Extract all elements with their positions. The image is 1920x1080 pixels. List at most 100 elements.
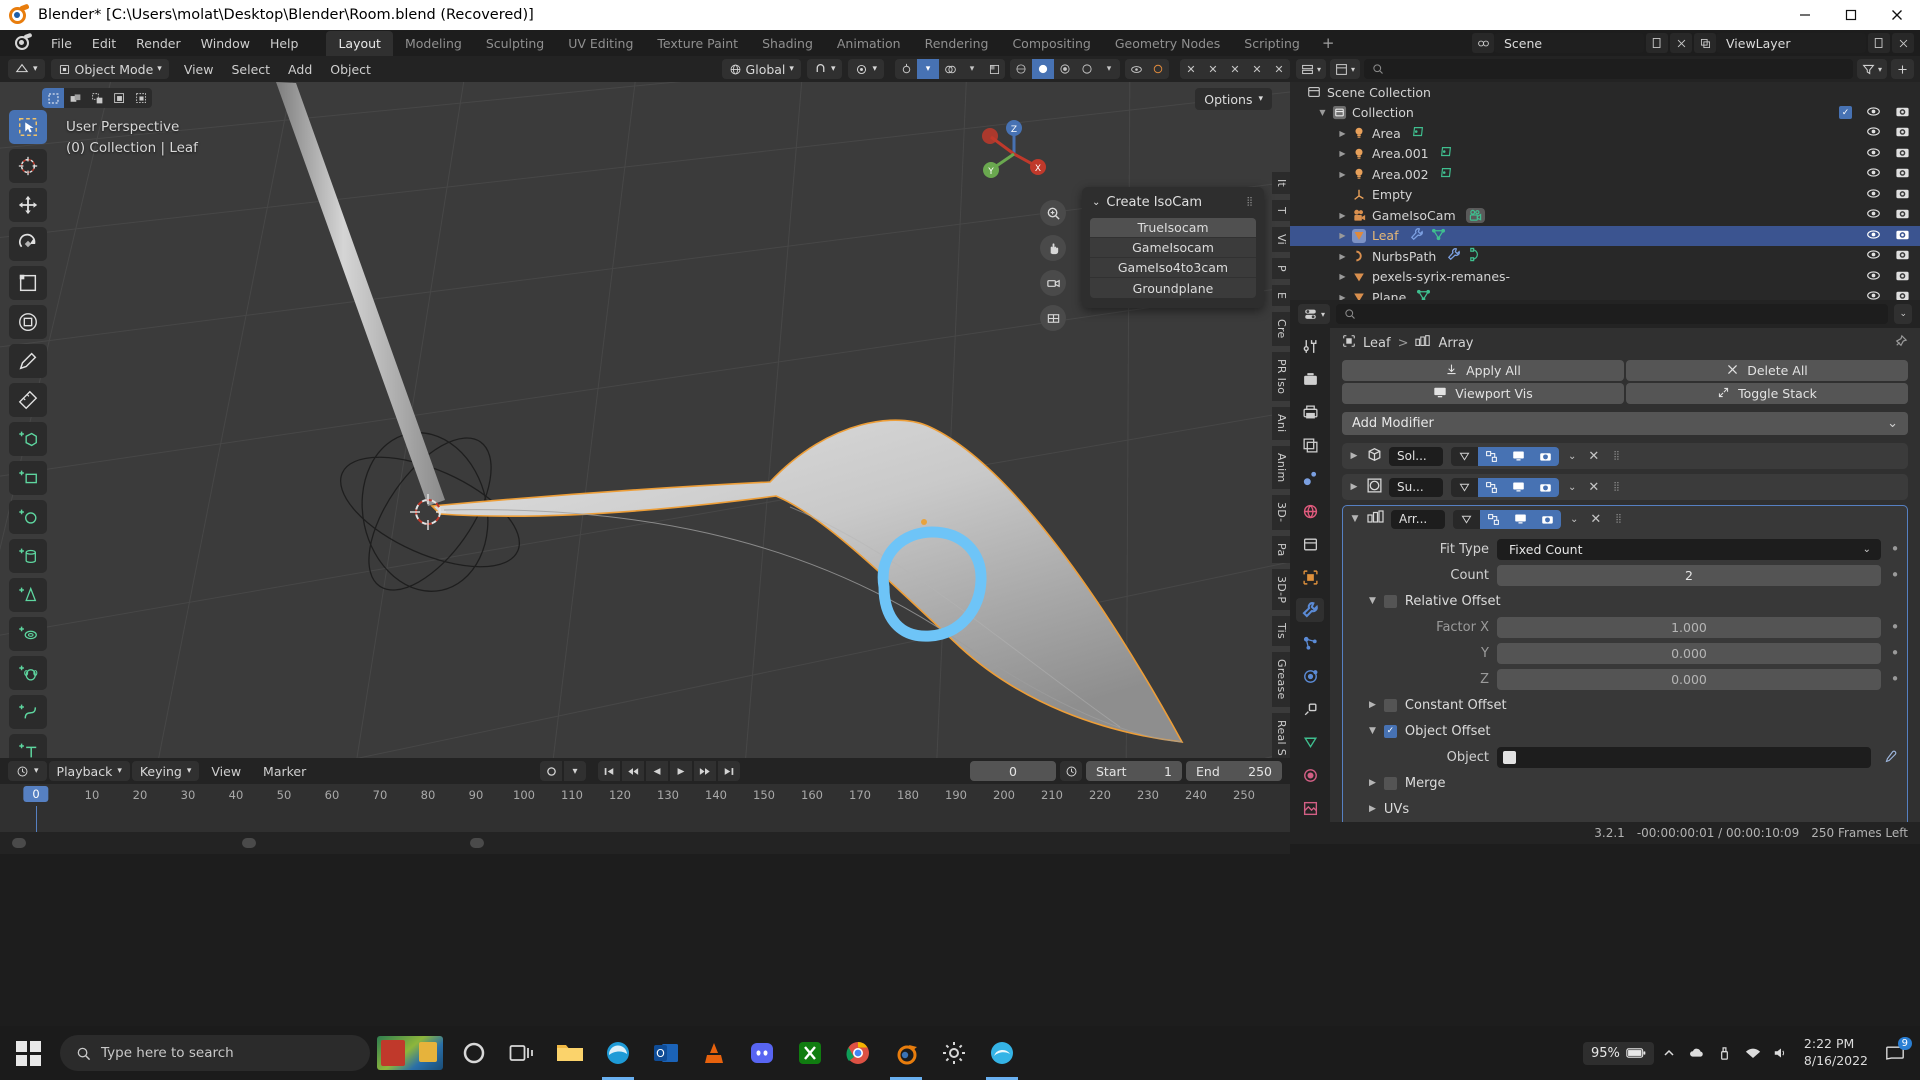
modifier-extras-dropdown-icon[interactable]: ⌄ (1570, 514, 1578, 525)
usb-icon[interactable] (1712, 1046, 1738, 1061)
chevron-down-icon[interactable]: ▼ (1369, 726, 1376, 736)
side-tab-e[interactable]: E (1272, 285, 1290, 307)
menu-file[interactable]: File (41, 32, 82, 55)
chevron-down-icon[interactable]: ▼ (1316, 108, 1329, 117)
render-display-icon[interactable] (1532, 446, 1559, 466)
on-cage-icon[interactable] (1451, 446, 1478, 466)
outliner-row-leaf[interactable]: ▶ Leaf (1290, 225, 1920, 246)
isocam-panel-header[interactable]: ⌄ Create IsoCam ⣿ (1090, 193, 1256, 218)
modifier-remove-icon[interactable]: ✕ (1588, 449, 1599, 464)
disable-in-render-icon[interactable] (1895, 206, 1910, 224)
hide-in-viewport-icon[interactable] (1866, 186, 1881, 204)
tab-output[interactable] (1296, 400, 1324, 424)
side-tab-3d[interactable]: 3D- (1272, 495, 1290, 530)
timeline-playback-menu[interactable]: Playback ▾ (48, 761, 130, 781)
shading-wireframe-icon[interactable] (1010, 59, 1032, 79)
taskbar-cortana[interactable] (450, 1026, 498, 1080)
timeline-editor-type-selector[interactable]: ▾ (8, 761, 47, 781)
camera-data-icon[interactable] (1465, 207, 1485, 223)
transform-orientation-selector[interactable]: Global ▾ (721, 59, 801, 79)
outliner-display-mode-selector[interactable]: ▾ (1330, 59, 1361, 79)
scene-browse-icon[interactable] (1472, 33, 1494, 53)
on-cage-icon[interactable] (1453, 509, 1480, 529)
modifier-drag-handle[interactable]: ⣿ (1613, 482, 1621, 491)
tab-particles[interactable] (1296, 631, 1324, 655)
disable-in-render-icon[interactable] (1895, 104, 1910, 122)
disable-in-render-icon[interactable] (1895, 165, 1910, 183)
disable-in-render-icon[interactable] (1895, 247, 1910, 265)
light-data-icon[interactable] (1439, 166, 1453, 183)
object-offset-header[interactable]: ▼ ✓ Object Offset (1349, 718, 1901, 744)
play-button[interactable] (670, 761, 692, 781)
groundplane-button[interactable]: Groundplane (1090, 278, 1256, 298)
select-difference-icon[interactable] (130, 88, 152, 108)
add-workspace-button[interactable]: + (1312, 30, 1345, 56)
select-subtract-icon[interactable] (108, 88, 130, 108)
play-reverse-button[interactable] (646, 761, 668, 781)
tab-texture-paint[interactable]: Texture Paint (645, 31, 750, 56)
outliner-filter-icon[interactable]: ▾ (1856, 59, 1887, 79)
disable-in-render-icon[interactable] (1895, 186, 1910, 204)
current-frame-field[interactable]: 0 (970, 761, 1056, 781)
network-icon[interactable] (1740, 1047, 1766, 1060)
show-in-viewport-icon[interactable] (1125, 59, 1147, 79)
constant-offset-header[interactable]: ▶ Constant Offset (1349, 692, 1901, 718)
realtime-display-icon[interactable] (1505, 477, 1532, 497)
side-tab-grease[interactable]: Grease (1272, 652, 1290, 708)
edit-mode-display-icon[interactable] (1480, 509, 1507, 529)
tool-add-plane[interactable] (9, 461, 47, 495)
side-tab-ani[interactable]: Ani (1272, 407, 1290, 440)
side-tab-it[interactable]: It (1272, 172, 1290, 195)
breadcrumb-modifier-name[interactable]: Array (1438, 336, 1473, 351)
scene-name-field[interactable]: Scene (1494, 33, 1644, 53)
maximize-button[interactable] (1828, 0, 1874, 30)
tool-add-sphere[interactable] (9, 500, 47, 534)
tab-uv-editing[interactable]: UV Editing (556, 31, 645, 56)
modifier-name-field[interactable]: Arr... (1391, 509, 1445, 529)
panel-grip-icon[interactable]: ⣿ (1246, 198, 1254, 207)
side-tab-cre[interactable]: Cre (1272, 312, 1290, 346)
outliner-row-nurbspath[interactable]: ▶ NurbsPath (1290, 246, 1920, 267)
show-hidden-icons[interactable] (1656, 1047, 1682, 1059)
camera-view-icon[interactable] (1040, 270, 1066, 296)
apply-all-button[interactable]: Apply All (1342, 360, 1624, 381)
modifier-name-field[interactable]: Sol... (1389, 446, 1443, 466)
side-tab-3dp[interactable]: 3D-P (1272, 569, 1290, 611)
tab-material[interactable] (1296, 763, 1324, 787)
eyedropper-icon[interactable] (1879, 750, 1901, 764)
side-tab-priso[interactable]: PR Iso (1272, 352, 1290, 402)
pan-hand-icon[interactable] (1040, 235, 1066, 261)
chevron-right-icon[interactable]: ▶ (1348, 482, 1360, 492)
factor-y-field[interactable]: 0.000 (1497, 642, 1881, 664)
taskbar-discord[interactable] (738, 1026, 786, 1080)
taskbar-task-view[interactable] (498, 1026, 546, 1080)
navigation-gizmo[interactable]: Z X Y (974, 114, 1054, 194)
tab-world[interactable] (1296, 499, 1324, 523)
viewport-menu-object[interactable]: Object (321, 62, 380, 77)
timeline-view-menu[interactable]: View (201, 764, 251, 779)
object-offset-checkbox[interactable]: ✓ (1383, 724, 1397, 738)
light-data-icon[interactable] (1411, 125, 1425, 142)
uvs-header[interactable]: ▶ UVs (1349, 796, 1901, 822)
tab-sculpting[interactable]: Sculpting (474, 31, 556, 56)
chevron-right-icon[interactable]: ▶ (1336, 231, 1349, 240)
edit-mode-display-icon[interactable] (1478, 446, 1505, 466)
relative-offset-header[interactable]: ▼ Relative Offset (1349, 588, 1901, 614)
shading-rendered-icon[interactable] (1076, 59, 1098, 79)
animate-property-dot[interactable]: • (1889, 646, 1901, 661)
animate-property-dot[interactable]: • (1889, 620, 1901, 635)
tab-animation[interactable]: Animation (825, 31, 913, 56)
outliner-row-scene-collection[interactable]: Scene Collection (1290, 82, 1920, 103)
outliner-new-collection-icon[interactable] (1891, 59, 1914, 79)
editor-type-selector[interactable]: ▾ (8, 59, 45, 79)
tool-move[interactable] (9, 188, 47, 222)
outliner-row-pexels[interactable]: ▶ pexels-syrix-remanes- (1290, 267, 1920, 288)
tool-rotate[interactable] (9, 227, 47, 261)
viewport-menu-add[interactable]: Add (279, 62, 321, 77)
shading-material-icon[interactable] (1054, 59, 1076, 79)
new-scene-icon[interactable] (1646, 33, 1668, 53)
viewlayer-browse-icon[interactable] (1694, 33, 1716, 53)
hide-in-viewport-icon[interactable] (1866, 247, 1881, 265)
tab-scripting[interactable]: Scripting (1232, 31, 1312, 56)
hide-in-viewport-icon[interactable] (1866, 206, 1881, 224)
